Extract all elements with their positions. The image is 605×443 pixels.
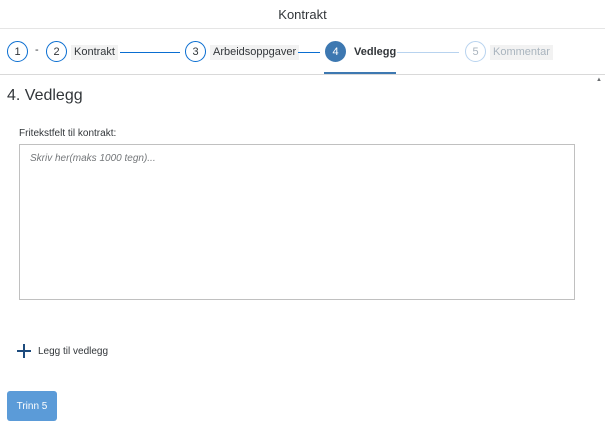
page-header: Kontrakt bbox=[0, 0, 605, 29]
active-step-indicator bbox=[324, 72, 396, 74]
wizard-connector bbox=[298, 52, 320, 53]
wizard-step-5: 5 bbox=[465, 41, 486, 62]
section-title: 4. Vedlegg bbox=[7, 87, 83, 104]
scroll-up-icon[interactable]: ▲ bbox=[596, 77, 602, 83]
wizard-step-5-label: Kommentar bbox=[490, 45, 553, 60]
add-attachment-label: Legg til vedlegg bbox=[38, 345, 109, 357]
wizard-step-4-label[interactable]: Vedlegg bbox=[351, 45, 399, 60]
free-text-label: Fritekstfelt til kontrakt: bbox=[19, 128, 117, 139]
wizard-step-2-label[interactable]: Kontrakt bbox=[71, 45, 118, 60]
wizard-step-1[interactable]: 1 bbox=[7, 41, 28, 62]
wizard-step-4[interactable]: 4 bbox=[325, 41, 346, 62]
add-attachment-button[interactable]: Legg til vedlegg bbox=[16, 342, 108, 360]
wizard-step-3-label[interactable]: Arbeidsoppgaver bbox=[210, 45, 300, 60]
wizard-step-3[interactable]: 3 bbox=[185, 41, 206, 62]
free-text-input[interactable] bbox=[19, 144, 575, 300]
page-title: Kontrakt bbox=[278, 6, 327, 22]
wizard-progress-bar: 1 - 2 Kontrakt 3 Arbeidsoppgaver 4 Vedle… bbox=[0, 29, 605, 83]
wizard-step-2[interactable]: 2 bbox=[46, 41, 67, 62]
plus-icon bbox=[16, 343, 32, 359]
wizard-connector bbox=[120, 52, 180, 53]
wizard-step-separator: - bbox=[35, 44, 39, 56]
wizard-connector bbox=[397, 52, 459, 53]
next-step-button[interactable]: Trinn 5 bbox=[7, 391, 57, 421]
